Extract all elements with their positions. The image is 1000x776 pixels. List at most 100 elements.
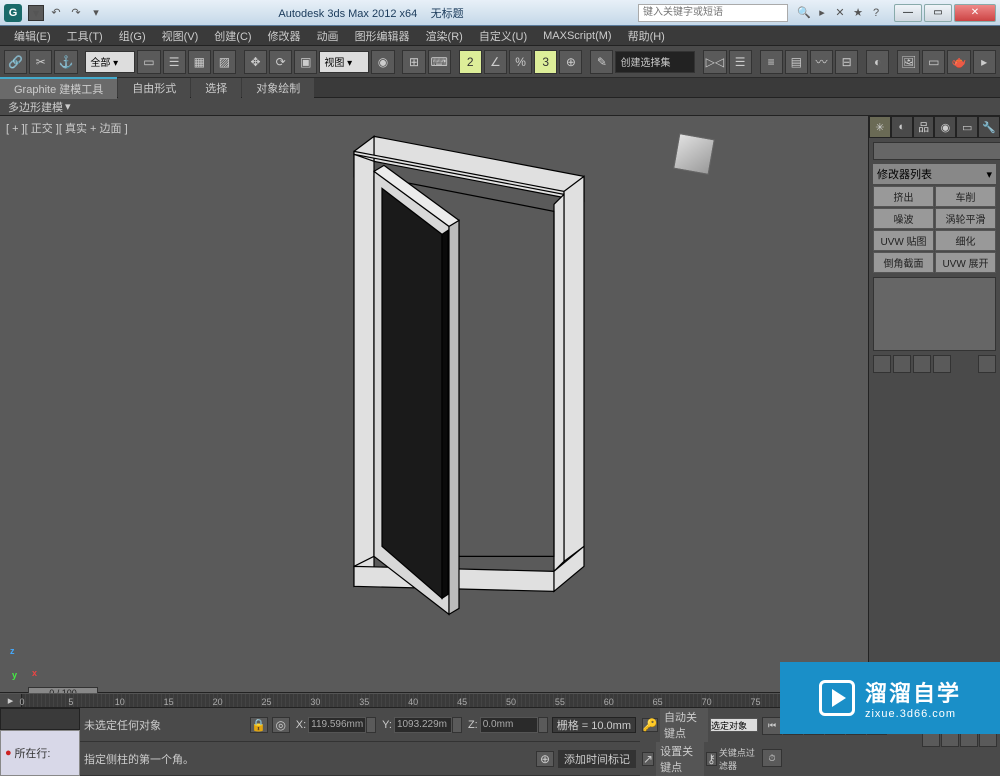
select-region-icon[interactable]: ▦ [188, 50, 211, 74]
panel-tab-display[interactable]: ▭ [956, 116, 978, 138]
render-setup-icon[interactable]: 🖼 [897, 50, 920, 74]
menu-modifiers[interactable]: 修改器 [260, 28, 309, 44]
favorites-icon[interactable]: ★ [850, 5, 866, 21]
curve-editor-icon[interactable]: 〰 [810, 50, 833, 74]
spinner-snap-icon[interactable]: ⊕ [559, 50, 582, 74]
coord-x-input[interactable] [308, 717, 366, 733]
pin-stack-icon[interactable] [873, 355, 891, 373]
isolate-icon[interactable]: ◎ [272, 717, 290, 733]
panel-tab-hierarchy[interactable]: 品 [913, 116, 935, 138]
viewcube[interactable] [670, 130, 718, 178]
coord-x-spinner[interactable] [366, 717, 376, 733]
select-rotate-icon[interactable]: ⟳ [269, 50, 292, 74]
menu-animation[interactable]: 动画 [309, 28, 347, 44]
menu-group[interactable]: 组(G) [111, 28, 154, 44]
ribbon-tab-freeform[interactable]: 自由形式 [118, 78, 190, 98]
panel-tab-utilities[interactable]: 🔧 [978, 116, 1000, 138]
unlink-icon[interactable]: ✂ [29, 50, 52, 74]
menu-views[interactable]: 视图(V) [154, 28, 207, 44]
rendered-frame-icon[interactable]: ▭ [922, 50, 945, 74]
qat-more-icon[interactable]: ▾ [88, 5, 104, 21]
panel-tab-modify[interactable]: ◐ [891, 116, 913, 138]
align-icon[interactable]: ☰ [729, 50, 752, 74]
panel-tab-motion[interactable]: ◉ [934, 116, 956, 138]
mod-bevelprofile-button[interactable]: 倒角截面 [873, 252, 934, 273]
snap-angle-icon[interactable]: ∠ [484, 50, 507, 74]
object-name-input[interactable] [873, 142, 1000, 160]
coord-z-input[interactable] [480, 717, 538, 733]
material-editor-icon[interactable]: ◐ [866, 50, 889, 74]
mod-lathe-button[interactable]: 车削 [935, 186, 996, 207]
layers-icon[interactable]: ≡ [760, 50, 783, 74]
help-icon[interactable]: ? [868, 5, 884, 21]
ribbon-tab-objectpaint[interactable]: 对象绘制 [242, 78, 314, 98]
key-filters-button[interactable]: 关键点过滤器 [719, 746, 758, 772]
maximize-button[interactable]: ▭ [924, 4, 952, 22]
viewport-label[interactable]: [ + ][ 正交 ][ 真实 + 边面 ] [6, 120, 128, 136]
mod-extrude-button[interactable]: 挤出 [873, 186, 934, 207]
select-scale-icon[interactable]: ▣ [294, 50, 317, 74]
menu-rendering[interactable]: 渲染(R) [418, 28, 471, 44]
key-filters-icon[interactable]: ⚷ [706, 752, 717, 766]
mod-unwrapuvw-button[interactable]: UVW 展开 [935, 252, 996, 273]
edit-named-sel-icon[interactable]: ✎ [590, 50, 613, 74]
modifier-list-dropdown[interactable]: 修改器列表▾ [873, 164, 996, 184]
menu-grapheditors[interactable]: 图形编辑器 [347, 28, 418, 44]
viewport[interactable]: [ + ][ 正交 ][ 真实 + 边面 ] z x y [0, 116, 868, 692]
setkey-button[interactable]: 设置关键点 [656, 742, 704, 776]
coord-y-spinner[interactable] [452, 717, 462, 733]
comm-center-icon[interactable]: ⊕ [536, 751, 554, 767]
window-crossing-icon[interactable]: ▨ [213, 50, 236, 74]
mini-curve-editor[interactable] [0, 708, 80, 730]
named-selection-dropdown[interactable]: 创建选择集 [615, 51, 695, 73]
remove-modifier-icon[interactable] [933, 355, 951, 373]
select-object-icon[interactable]: ▭ [137, 50, 160, 74]
render-icon[interactable]: ▸ [973, 50, 996, 74]
keyboard-shortcut-icon[interactable]: ⌨ [428, 50, 451, 74]
ribbon-tab-selection[interactable]: 选择 [191, 78, 241, 98]
ribbon-subpanel[interactable]: 多边形建模 ▾ [0, 98, 1000, 116]
snap-2d-icon[interactable]: 2 [459, 50, 482, 74]
goto-start-icon[interactable]: ⏮ [762, 717, 782, 735]
menu-customize[interactable]: 自定义(U) [471, 28, 535, 44]
mod-noise-button[interactable]: 噪波 [873, 208, 934, 229]
layer-manager-icon[interactable]: ▤ [785, 50, 808, 74]
undo-icon[interactable]: ↶ [48, 5, 64, 21]
menu-help[interactable]: 帮助(H) [620, 28, 673, 44]
menu-tools[interactable]: 工具(T) [59, 28, 111, 44]
use-pivot-icon[interactable]: ◉ [371, 50, 394, 74]
selection-filter-dropdown[interactable]: 全部 ▾ [85, 51, 135, 73]
mod-turbosmooth-button[interactable]: 涡轮平滑 [935, 208, 996, 229]
infocenter-search-icon[interactable]: 🔍 [796, 5, 812, 21]
coord-z-spinner[interactable] [538, 717, 548, 733]
link-icon[interactable]: 🔗 [4, 50, 27, 74]
time-config-icon[interactable]: ⏱ [762, 749, 782, 767]
app-logo-icon[interactable]: G [4, 4, 22, 22]
minimize-button[interactable]: — [894, 4, 922, 22]
menu-edit[interactable]: 编辑(E) [6, 28, 59, 44]
select-manipulate-icon[interactable]: ⊞ [402, 50, 425, 74]
subscription-icon[interactable]: ▸ [814, 5, 830, 21]
panel-tab-create[interactable]: ✳ [869, 116, 891, 138]
bind-icon[interactable]: ⚓ [54, 50, 77, 74]
coord-y-input[interactable] [394, 717, 452, 733]
mod-tessellate-button[interactable]: 细化 [935, 230, 996, 251]
selection-lock-icon[interactable]: 🔒 [250, 717, 268, 733]
select-move-icon[interactable]: ✥ [244, 50, 267, 74]
script-listener[interactable]: ● 所在行: [0, 730, 80, 776]
autokey-button[interactable]: 自动关键点 [660, 708, 708, 742]
help-search-input[interactable] [638, 4, 788, 22]
menu-create[interactable]: 创建(C) [206, 28, 259, 44]
time-tag-label[interactable]: 添加时间标记 [558, 750, 636, 768]
snap-percent-icon[interactable]: % [509, 50, 532, 74]
modifier-stack[interactable] [873, 277, 996, 351]
close-button[interactable]: ✕ [954, 4, 996, 22]
ref-coord-dropdown[interactable]: 视图 ▾ [319, 51, 369, 73]
redo-icon[interactable]: ↷ [68, 5, 84, 21]
render-production-icon[interactable]: 🫖 [947, 50, 970, 74]
mod-uvwmap-button[interactable]: UVW 贴图 [873, 230, 934, 251]
setkey-icon[interactable]: ↗ [642, 752, 654, 766]
menu-maxscript[interactable]: MAXScript(M) [535, 30, 619, 42]
show-end-result-icon[interactable] [893, 355, 911, 373]
select-by-name-icon[interactable]: ☰ [163, 50, 186, 74]
